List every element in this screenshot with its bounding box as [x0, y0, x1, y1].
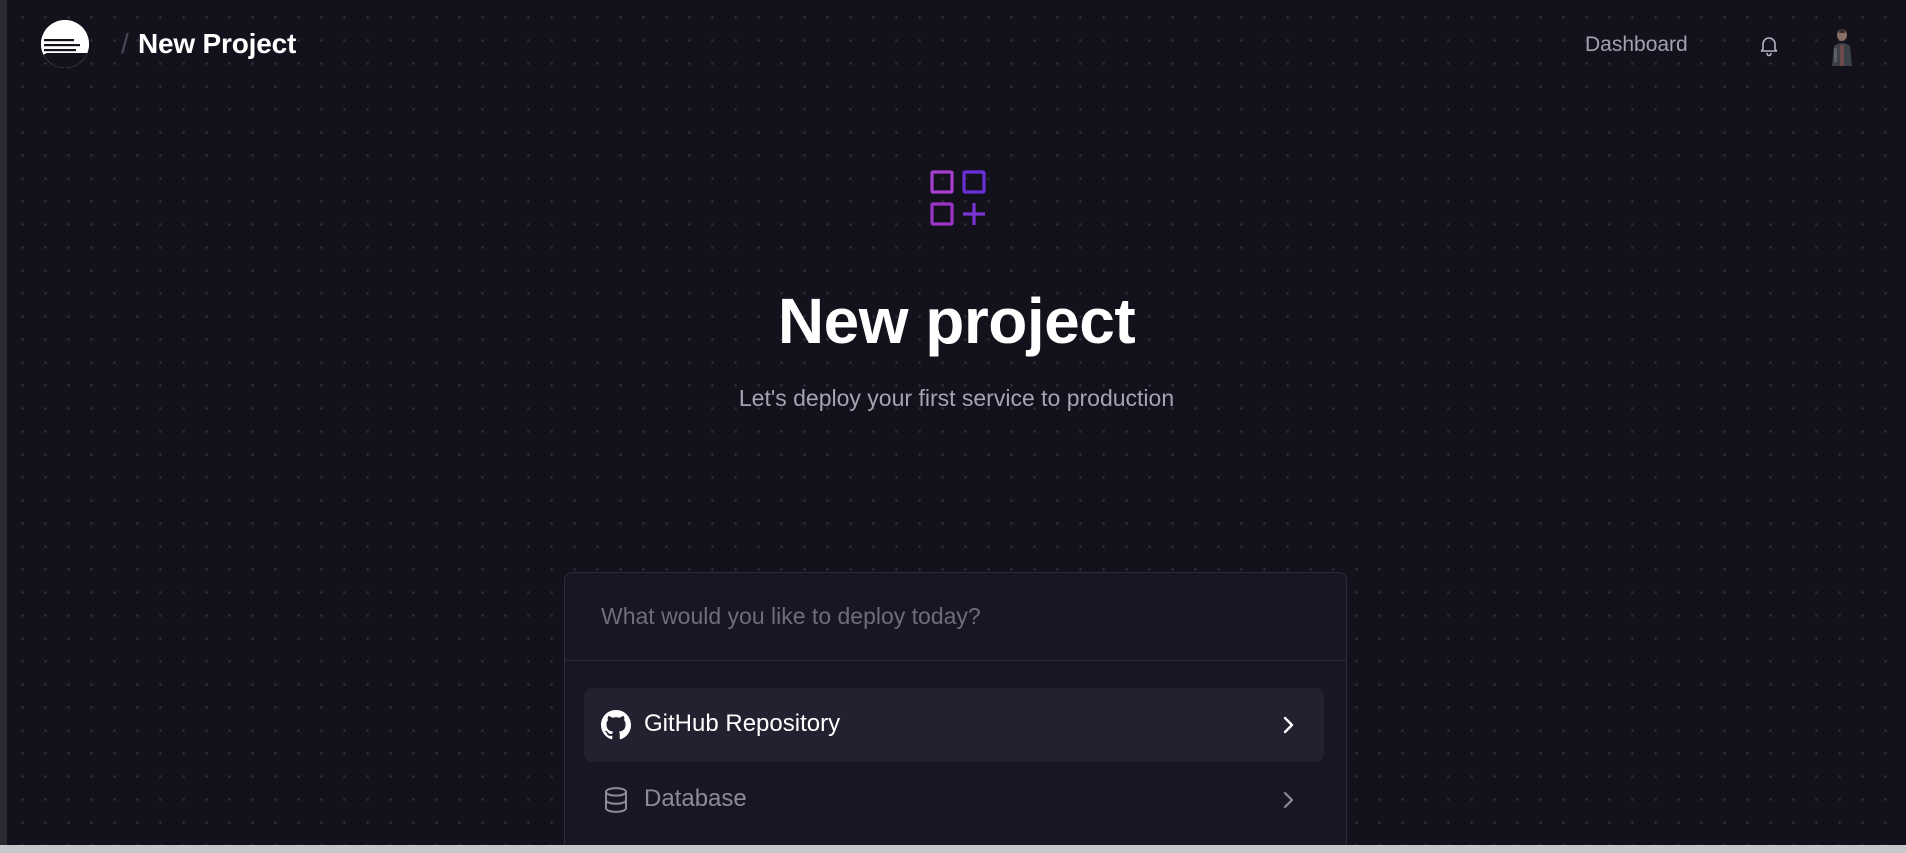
- window-bottom-edge: [0, 845, 1906, 853]
- option-label: Database: [644, 785, 747, 812]
- database-icon: [601, 785, 631, 815]
- option-database[interactable]: Database: [584, 763, 1324, 837]
- github-icon: [601, 710, 631, 740]
- breadcrumb-separator: /: [121, 28, 129, 59]
- hero-subtitle: Let's deploy your first service to produ…: [738, 385, 1175, 411]
- dashboard-link[interactable]: Dashboard: [1585, 33, 1688, 57]
- app-window: / New Project Dashboard New project Let'…: [7, 0, 1906, 845]
- hero-title: New project: [777, 285, 1136, 357]
- option-github-repository[interactable]: GitHub Repository: [584, 688, 1324, 762]
- apps-add-icon: [929, 169, 989, 229]
- chevron-right-icon: [1276, 788, 1300, 812]
- page-title: New Project: [138, 28, 297, 59]
- user-avatar[interactable]: [1825, 26, 1859, 66]
- chevron-right-icon: [1276, 713, 1300, 737]
- deploy-search-input[interactable]: [565, 573, 1346, 661]
- deploy-panel: GitHub Repository Database: [564, 572, 1347, 845]
- railway-logo-icon[interactable]: [41, 20, 89, 68]
- option-label: GitHub Repository: [644, 710, 841, 737]
- window-left-edge: [0, 0, 7, 853]
- bell-icon[interactable]: [1757, 33, 1781, 57]
